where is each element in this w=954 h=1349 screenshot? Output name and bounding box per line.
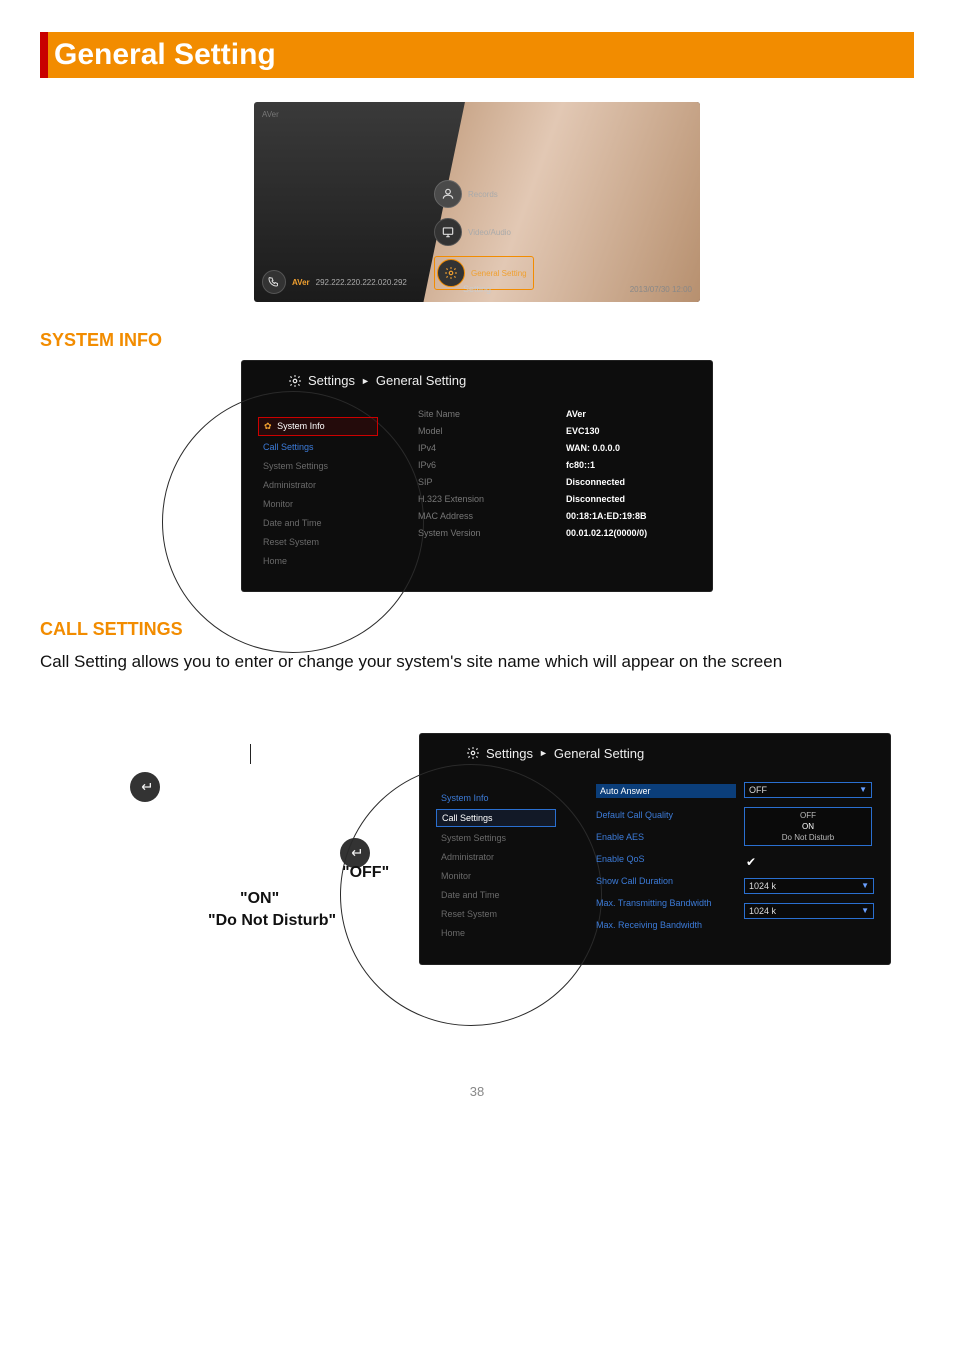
option-on[interactable]: ON: [749, 822, 867, 831]
breadcrumb-settings: Settings: [308, 373, 355, 388]
enter-icon: [130, 772, 160, 802]
info-values: AVer EVC130 WAN: 0.0.0.0 fc80::1 Disconn…: [566, 409, 706, 538]
value-sip: Disconnected: [566, 477, 706, 487]
hero-brand: AVer: [262, 110, 279, 119]
sidebar-item-system-info[interactable]: System Info: [436, 790, 556, 806]
hero-setting-label: Setting: [463, 284, 491, 294]
value-version: 00.01.02.12(0000/0): [566, 528, 706, 538]
option-off[interactable]: OFF: [749, 811, 867, 820]
value-mac: 00:18:1A:ED:19:8B: [566, 511, 706, 521]
breadcrumb-sep: ►: [361, 376, 370, 386]
hero-general-label: General Setting: [471, 269, 527, 278]
breadcrumb-settings: Settings: [486, 746, 533, 761]
chevron-down-icon: ▼: [861, 906, 869, 915]
gear-icon: ✿: [264, 421, 272, 431]
label-sip: SIP: [418, 477, 558, 487]
chevron-down-icon: ▼: [861, 881, 869, 890]
label-show-duration[interactable]: Show Call Duration: [596, 876, 736, 886]
auto-answer-value: OFF: [749, 785, 767, 795]
sidebar-item-administrator[interactable]: Administrator: [436, 849, 556, 865]
show-duration-check[interactable]: ✔: [744, 855, 872, 869]
call-settings-description: Call Setting allows you to enter or chan…: [40, 650, 914, 674]
label-auto-answer[interactable]: Auto Answer: [596, 784, 736, 798]
gear-icon: [466, 746, 480, 760]
max-rx-value: 1024 k: [749, 906, 776, 916]
sidebar-item-system-settings[interactable]: System Settings: [258, 458, 378, 474]
sidebar-item-date-time[interactable]: Date and Time: [436, 887, 556, 903]
label-max-rx[interactable]: Max. Receiving Bandwidth: [596, 920, 736, 930]
auto-answer-dropdown[interactable]: OFF ▼: [744, 782, 872, 798]
sidebar-item-call-settings[interactable]: Call Settings: [436, 809, 556, 827]
label-default-quality[interactable]: Default Call Quality: [596, 810, 736, 820]
label-site-name: Site Name: [418, 409, 558, 419]
page-title: General Setting: [50, 38, 276, 71]
system-info-heading: SYSTEM INFO: [40, 330, 914, 351]
value-site-name: AVer: [566, 409, 706, 419]
value-model: EVC130: [566, 426, 706, 436]
sidebar-item-reset-system[interactable]: Reset System: [258, 534, 378, 550]
hero-ip: 292.222.220.222.020.292: [316, 278, 407, 287]
setting-labels: Auto Answer Default Call Quality Enable …: [596, 784, 736, 930]
records-icon: [434, 180, 462, 208]
max-tx-dropdown[interactable]: 1024 k ▼: [744, 878, 874, 894]
option-dnd[interactable]: Do Not Disturb: [749, 833, 867, 842]
breadcrumb: Settings ► General Setting: [466, 746, 644, 761]
value-h323: Disconnected: [566, 494, 706, 504]
page-number: 38: [40, 1084, 914, 1099]
text-cursor: [250, 744, 251, 764]
sidebar-item-monitor[interactable]: Monitor: [436, 868, 556, 884]
value-ipv4: WAN: 0.0.0.0: [566, 443, 706, 453]
breadcrumb-general: General Setting: [376, 373, 466, 388]
sidebar-item-system-info[interactable]: ✿ System Info: [258, 417, 378, 436]
page-title-bar: General Setting: [40, 32, 914, 78]
setting-values: OFF ▼ OFF ON Do Not Disturb ✔ 1024 k ▼ 1…: [744, 782, 872, 919]
gear-icon: [288, 374, 302, 388]
hero-brand-footer: AVer: [292, 278, 310, 287]
sidebar-item-date-time[interactable]: Date and Time: [258, 515, 378, 531]
sidebar-item-home[interactable]: Home: [258, 553, 378, 569]
side-menu: System Info Call Settings System Setting…: [436, 790, 556, 941]
dnd-label: "Do Not Disturb": [208, 912, 336, 930]
gear-icon: [437, 259, 465, 287]
sidebar-item-home[interactable]: Home: [436, 925, 556, 941]
max-tx-value: 1024 k: [749, 881, 776, 891]
auto-answer-options-panel[interactable]: OFF ON Do Not Disturb: [744, 807, 872, 846]
label-enable-aes[interactable]: Enable AES: [596, 832, 736, 842]
hero-records-label: Records: [468, 190, 498, 199]
label-mac: MAC Address: [418, 511, 558, 521]
hero-records-icon[interactable]: Records: [434, 180, 534, 208]
monitor-icon: [434, 218, 462, 246]
label-ipv6: IPv6: [418, 460, 558, 470]
breadcrumb-general: General Setting: [554, 746, 644, 761]
sidebar-item-system-settings[interactable]: System Settings: [436, 830, 556, 846]
max-rx-dropdown[interactable]: 1024 k ▼: [744, 903, 874, 919]
dial-icon[interactable]: [262, 270, 286, 294]
label-enable-qos[interactable]: Enable QoS: [596, 854, 736, 864]
label-version: System Version: [418, 528, 558, 538]
hero-footer-left: AVer 292.222.220.222.020.292: [262, 270, 407, 294]
call-settings-heading: CALL SETTINGS: [40, 619, 914, 640]
label-model: Model: [418, 426, 558, 436]
label-h323: H.323 Extension: [418, 494, 558, 504]
label-ipv4: IPv4: [418, 443, 558, 453]
on-label: "ON": [240, 890, 279, 908]
info-labels: Site Name Model IPv4 IPv6 SIP H.323 Exte…: [418, 409, 558, 538]
sidebar-item-reset-system[interactable]: Reset System: [436, 906, 556, 922]
sidebar-item-monitor[interactable]: Monitor: [258, 496, 378, 512]
breadcrumb-sep: ►: [539, 748, 548, 758]
breadcrumb: Settings ► General Setting: [288, 373, 466, 388]
hero-screenshot: AVer Records Video/Audio: [254, 102, 700, 302]
value-ipv6: fc80::1: [566, 460, 706, 470]
sidebar-item-call-settings[interactable]: Call Settings: [258, 439, 378, 455]
hero-video-label: Video/Audio: [468, 228, 511, 237]
system-info-screenshot: Settings ► General Setting ✿ System Info…: [242, 361, 712, 591]
chevron-down-icon: ▼: [859, 785, 867, 794]
call-settings-screenshot: Settings ► General Setting System Info C…: [420, 734, 890, 964]
hero-video-icon[interactable]: Video/Audio: [434, 218, 534, 246]
hero-datetime: 2013/07/30 12:00: [630, 285, 692, 294]
sidebar-item-administrator[interactable]: Administrator: [258, 477, 378, 493]
label-max-tx[interactable]: Max. Transmitting Bandwidth: [596, 898, 736, 908]
side-menu: ✿ System Info Call Settings System Setti…: [258, 417, 378, 569]
